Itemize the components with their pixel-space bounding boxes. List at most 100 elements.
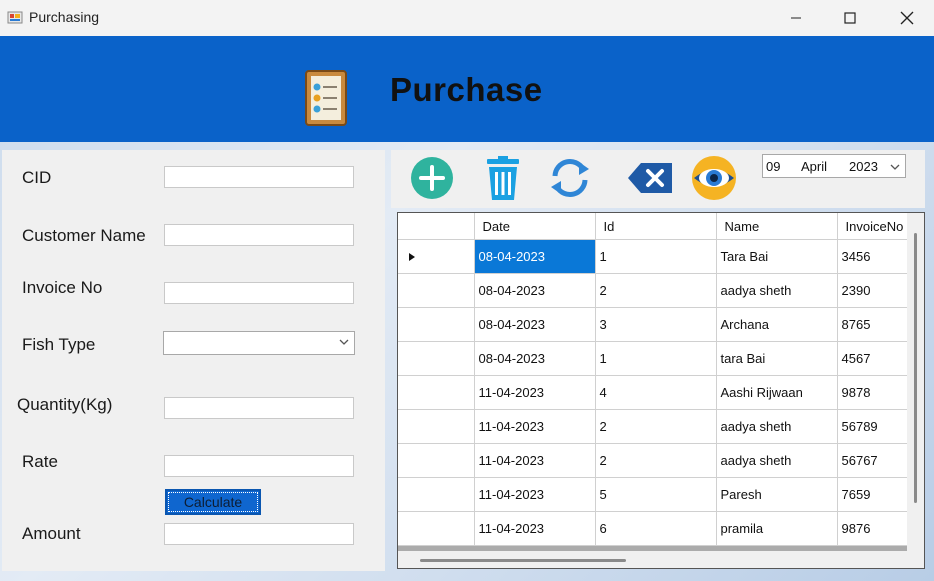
current-row-arrow-icon bbox=[409, 252, 415, 261]
refresh-icon[interactable] bbox=[546, 154, 594, 202]
date-day[interactable]: 09 bbox=[766, 159, 780, 174]
minimize-icon bbox=[791, 17, 801, 19]
row-header[interactable] bbox=[398, 375, 475, 410]
row-header[interactable] bbox=[398, 409, 475, 444]
cell-invoiceno[interactable]: 9876 bbox=[837, 511, 918, 546]
cell-date[interactable]: 08-04-2023 bbox=[474, 307, 596, 342]
cell-id[interactable]: 2 bbox=[595, 409, 717, 444]
table-row[interactable]: 11-04-2023 6 pramila 9876 bbox=[398, 511, 918, 546]
cell-date[interactable]: 11-04-2023 bbox=[474, 443, 596, 478]
cell-invoiceno[interactable]: 9878 bbox=[837, 375, 918, 410]
grid-header-row: Date Id Name InvoiceNo bbox=[398, 213, 918, 240]
column-header-id[interactable]: Id bbox=[595, 213, 717, 240]
vertical-scroll-thumb[interactable] bbox=[914, 233, 917, 503]
window-title: Purchasing bbox=[29, 9, 100, 25]
horizontal-scrollbar[interactable] bbox=[398, 551, 907, 568]
customer-name-label: Customer Name bbox=[22, 226, 146, 245]
cell-id[interactable]: 6 bbox=[595, 511, 717, 546]
cell-date[interactable]: 11-04-2023 bbox=[474, 511, 596, 546]
chevron-down-icon[interactable] bbox=[338, 336, 350, 348]
cell-id[interactable]: 4 bbox=[595, 375, 717, 410]
quantity-input[interactable] bbox=[164, 397, 354, 419]
table-row[interactable]: 08-04-2023 2 aadya sheth 2390 bbox=[398, 273, 918, 308]
app-icon bbox=[7, 11, 23, 24]
calculate-button[interactable]: Calculate bbox=[165, 489, 261, 515]
table-row[interactable]: 11-04-2023 2 aadya sheth 56767 bbox=[398, 443, 918, 478]
purchase-data-grid[interactable]: Date Id Name InvoiceNo 08-04-2023 1 Tara… bbox=[397, 212, 925, 569]
cell-name[interactable]: tara Bai bbox=[716, 341, 838, 376]
row-header[interactable] bbox=[398, 511, 475, 546]
row-header[interactable] bbox=[398, 443, 475, 478]
table-row[interactable]: 08-04-2023 3 Archana 8765 bbox=[398, 307, 918, 342]
row-header[interactable] bbox=[398, 273, 475, 308]
cell-invoiceno[interactable]: 2390 bbox=[837, 273, 918, 308]
invoice-no-input[interactable] bbox=[164, 282, 354, 304]
cell-invoiceno[interactable]: 8765 bbox=[837, 307, 918, 342]
cell-date[interactable]: 11-04-2023 bbox=[474, 375, 596, 410]
close-icon bbox=[900, 11, 914, 25]
cell-id[interactable]: 5 bbox=[595, 477, 717, 512]
minimize-button[interactable] bbox=[773, 0, 819, 36]
maximize-icon bbox=[844, 12, 856, 24]
cell-date[interactable]: 11-04-2023 bbox=[474, 477, 596, 512]
cell-id[interactable]: 3 bbox=[595, 307, 717, 342]
vertical-scrollbar[interactable] bbox=[907, 213, 924, 568]
fish-type-select[interactable] bbox=[163, 331, 355, 355]
amount-label: Amount bbox=[22, 524, 81, 543]
delete-trash-icon[interactable] bbox=[479, 154, 527, 202]
cell-date[interactable]: 08-04-2023 bbox=[474, 341, 596, 376]
cell-id[interactable]: 2 bbox=[595, 443, 717, 478]
cid-input[interactable] bbox=[164, 166, 354, 188]
rate-label: Rate bbox=[22, 452, 58, 471]
invoice-clipboard-icon bbox=[305, 70, 347, 126]
row-header[interactable] bbox=[398, 239, 475, 274]
date-year[interactable]: 2023 bbox=[849, 159, 878, 174]
cell-name[interactable]: pramila bbox=[716, 511, 838, 546]
close-button[interactable] bbox=[884, 0, 930, 36]
cell-id[interactable]: 2 bbox=[595, 273, 717, 308]
cell-name[interactable]: aadya sheth bbox=[716, 409, 838, 444]
cell-date[interactable]: 08-04-2023 bbox=[474, 239, 596, 274]
horizontal-scroll-thumb[interactable] bbox=[420, 559, 626, 562]
row-header[interactable] bbox=[398, 477, 475, 512]
rate-input[interactable] bbox=[164, 455, 354, 477]
row-header[interactable] bbox=[398, 307, 475, 342]
cell-invoiceno[interactable]: 4567 bbox=[837, 341, 918, 376]
cell-name[interactable]: Paresh bbox=[716, 477, 838, 512]
cell-id[interactable]: 1 bbox=[595, 341, 717, 376]
column-header-date[interactable]: Date bbox=[474, 213, 596, 240]
title-bar: Purchasing bbox=[0, 0, 934, 36]
customer-name-input[interactable] bbox=[164, 224, 354, 246]
table-row[interactable]: 08-04-2023 1 Tara Bai 3456 bbox=[398, 239, 918, 274]
cell-name[interactable]: Tara Bai bbox=[716, 239, 838, 274]
cell-invoiceno[interactable]: 3456 bbox=[837, 239, 918, 274]
cell-date[interactable]: 08-04-2023 bbox=[474, 273, 596, 308]
cell-invoiceno[interactable]: 56789 bbox=[837, 409, 918, 444]
cell-name[interactable]: aadya sheth bbox=[716, 443, 838, 478]
maximize-button[interactable] bbox=[827, 0, 873, 36]
fish-type-label: Fish Type bbox=[22, 335, 96, 354]
date-picker[interactable]: 09 April 2023 bbox=[762, 154, 906, 178]
clear-backspace-icon[interactable] bbox=[626, 154, 674, 202]
chevron-down-icon[interactable] bbox=[889, 161, 901, 173]
cell-id[interactable]: 1 bbox=[595, 239, 717, 274]
cell-invoiceno[interactable]: 7659 bbox=[837, 477, 918, 512]
table-row[interactable]: 11-04-2023 4 Aashi Rijwaan 9878 bbox=[398, 375, 918, 410]
cell-date[interactable]: 11-04-2023 bbox=[474, 409, 596, 444]
cell-name[interactable]: aadya sheth bbox=[716, 273, 838, 308]
column-header-invoiceno[interactable]: InvoiceNo bbox=[837, 213, 918, 240]
row-header-corner bbox=[398, 213, 475, 240]
column-header-name[interactable]: Name bbox=[716, 213, 838, 240]
amount-input[interactable] bbox=[164, 523, 354, 545]
cell-invoiceno[interactable]: 56767 bbox=[837, 443, 918, 478]
add-icon[interactable] bbox=[408, 154, 456, 202]
cell-name[interactable]: Archana bbox=[716, 307, 838, 342]
table-row[interactable]: 11-04-2023 2 aadya sheth 56789 bbox=[398, 409, 918, 444]
table-row[interactable]: 11-04-2023 5 Paresh 7659 bbox=[398, 477, 918, 512]
table-row[interactable]: 08-04-2023 1 tara Bai 4567 bbox=[398, 341, 918, 376]
row-header[interactable] bbox=[398, 341, 475, 376]
quantity-label: Quantity(Kg) bbox=[17, 395, 113, 414]
view-eye-icon[interactable] bbox=[690, 154, 738, 202]
date-month[interactable]: April bbox=[801, 159, 827, 174]
cell-name[interactable]: Aashi Rijwaan bbox=[716, 375, 838, 410]
